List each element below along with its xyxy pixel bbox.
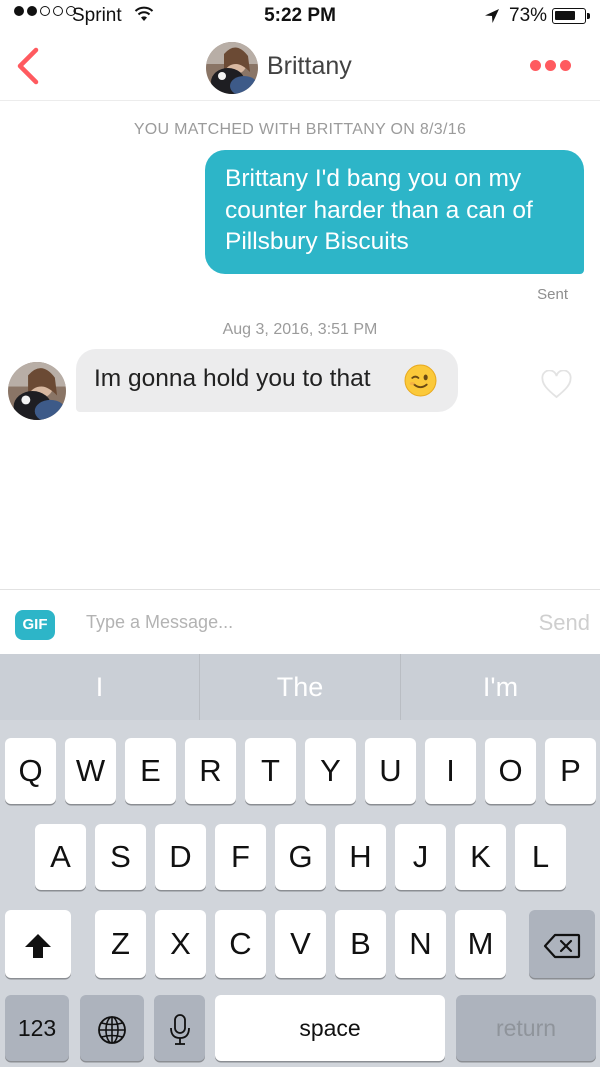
suggestion-3[interactable]: I'm: [401, 654, 600, 720]
microphone-icon: [169, 1013, 190, 1045]
contact-avatar[interactable]: [206, 42, 258, 94]
more-options-button[interactable]: [530, 60, 571, 71]
key-u[interactable]: U: [365, 738, 416, 804]
key-b[interactable]: B: [335, 910, 386, 978]
key-j[interactable]: J: [395, 824, 446, 890]
key-n[interactable]: N: [395, 910, 446, 978]
key-c[interactable]: C: [215, 910, 266, 978]
backspace-key[interactable]: [529, 910, 595, 978]
incoming-avatar[interactable]: [8, 362, 66, 420]
space-key[interactable]: space: [215, 995, 445, 1061]
winking-face-emoji: [404, 364, 437, 402]
key-z[interactable]: Z: [95, 910, 146, 978]
key-g[interactable]: G: [275, 824, 326, 890]
status-bar: Sprint 5:22 PM 73%: [0, 0, 600, 34]
return-key[interactable]: return: [456, 995, 596, 1061]
backspace-icon: [543, 933, 581, 958]
globe-key[interactable]: [80, 995, 144, 1061]
key-m[interactable]: M: [455, 910, 506, 978]
key-h[interactable]: H: [335, 824, 386, 890]
numbers-key[interactable]: 123: [5, 995, 69, 1061]
location-arrow-icon: [484, 8, 500, 30]
shift-key[interactable]: [5, 910, 71, 978]
suggestion-1[interactable]: I: [0, 654, 199, 720]
key-x[interactable]: X: [155, 910, 206, 978]
key-l[interactable]: L: [515, 824, 566, 890]
message-composer: GIF Send: [0, 589, 600, 655]
key-a[interactable]: A: [35, 824, 86, 890]
key-o[interactable]: O: [485, 738, 536, 804]
globe-icon: [98, 1015, 126, 1044]
key-v[interactable]: V: [275, 910, 326, 978]
chat-header: Brittany: [0, 34, 600, 101]
match-note: YOU MATCHED WITH BRITTANY ON 8/3/16: [133, 121, 467, 138]
send-button[interactable]: Send: [510, 610, 590, 636]
incoming-message-bubble[interactable]: Im gonna hold you to that: [76, 349, 458, 412]
predictive-bar: I The I'm: [0, 654, 600, 720]
incoming-message-text: Im gonna hold you to that: [94, 365, 371, 392]
battery-percentage: 73%: [509, 5, 548, 26]
outgoing-message-text: Brittany I'd bang you on my counter hard…: [225, 165, 533, 255]
back-button[interactable]: [14, 46, 44, 91]
like-heart-icon[interactable]: [540, 369, 573, 405]
key-d[interactable]: D: [155, 824, 206, 890]
contact-name[interactable]: Brittany: [267, 52, 352, 81]
shift-arrow-icon: [25, 933, 51, 958]
key-q[interactable]: Q: [5, 738, 56, 804]
key-e[interactable]: E: [125, 738, 176, 804]
keyboard: I The I'm Q W E R T Y U I O P A S D F G …: [0, 654, 600, 1067]
dictation-key[interactable]: [154, 995, 205, 1061]
key-f[interactable]: F: [215, 824, 266, 890]
suggestion-2[interactable]: The: [200, 654, 400, 720]
message-input[interactable]: [78, 602, 514, 642]
key-w[interactable]: W: [65, 738, 116, 804]
more-dots-icon: [530, 60, 541, 71]
key-s[interactable]: S: [95, 824, 146, 890]
key-t[interactable]: T: [245, 738, 296, 804]
key-r[interactable]: R: [185, 738, 236, 804]
key-y[interactable]: Y: [305, 738, 356, 804]
key-p[interactable]: P: [545, 738, 596, 804]
outgoing-message-bubble[interactable]: Brittany I'd bang you on my counter hard…: [205, 150, 584, 274]
battery-icon: [552, 8, 586, 24]
key-k[interactable]: K: [455, 824, 506, 890]
message-status: Sent: [537, 286, 568, 303]
message-timestamp: Aug 3, 2016, 3:51 PM: [222, 321, 378, 338]
battery-tip: [587, 13, 590, 19]
chevron-left-icon: [17, 47, 39, 85]
key-i[interactable]: I: [425, 738, 476, 804]
gif-button[interactable]: GIF: [15, 610, 55, 640]
